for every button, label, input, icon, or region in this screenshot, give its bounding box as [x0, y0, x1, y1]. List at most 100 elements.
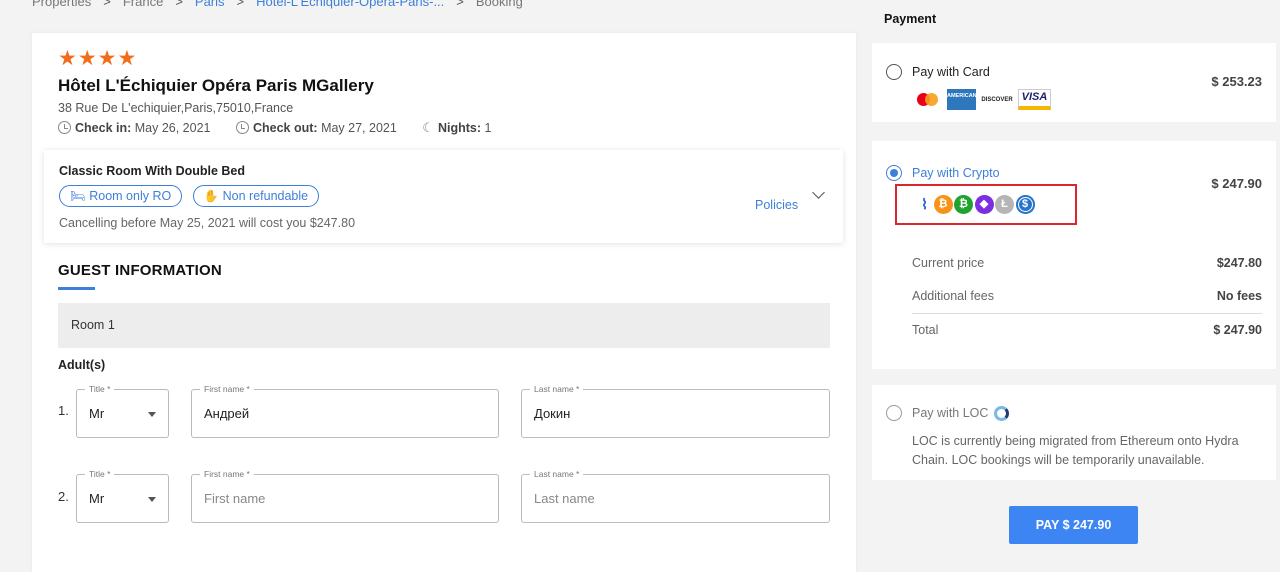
loc-label-text: Pay with LOC [912, 406, 989, 420]
price-row-value: No fees [1216, 289, 1262, 303]
crypto-price: $ 247.90 [1211, 176, 1262, 191]
checkout-info: Check out: May 27, 2021 [235, 121, 397, 135]
first-name-field[interactable]: First name * First name [191, 468, 499, 523]
loc-option-label[interactable]: Pay with LOC [912, 406, 1010, 421]
usdc-icon: $ [1015, 195, 1035, 214]
breadcrumb-item-properties[interactable]: Properties [32, 0, 91, 9]
pay-with-loc-option[interactable]: Pay with LOC LOC is currently being migr… [872, 385, 1276, 480]
discover-icon: DISCOVER [981, 96, 1013, 103]
title-select[interactable]: Title * Mr [76, 383, 169, 438]
card-option-label[interactable]: Pay with Card [912, 65, 990, 79]
loc-radio[interactable] [886, 405, 902, 421]
guest-info-title: GUEST INFORMATION [58, 262, 222, 279]
payment-heading: Payment [884, 12, 937, 26]
room-section-header: Room 1 [58, 303, 830, 348]
checkin-value: May 26, 2021 [134, 121, 211, 135]
pay-with-card-option[interactable]: Pay with Card $ 253.23 AMERICAN EXPRESSD… [872, 43, 1276, 122]
checkin-info: Check in: May 26, 2021 [58, 121, 211, 135]
title-value: Mr [89, 406, 105, 421]
breadcrumb-item-hotel[interactable]: Hotel-L'Echiquier-Opera-Paris-... [256, 0, 444, 9]
room-label: Room 1 [71, 318, 115, 332]
last-name-value: Докин [534, 406, 571, 421]
checkin-label: Check in: [75, 121, 132, 135]
loc-description: LOC is currently being migrated from Eth… [912, 434, 1239, 467]
room-tag-board: 🛏 Room only RO [59, 185, 183, 207]
price-row-label: Current price [912, 256, 985, 270]
additional-fees-row: Additional fees No fees [912, 289, 1262, 303]
field-label: Last name * [530, 383, 584, 395]
clock-icon [58, 121, 71, 134]
nights-value: 1 [484, 121, 492, 135]
card-radio[interactable] [886, 64, 902, 80]
breadcrumb-item-france[interactable]: France [123, 0, 163, 9]
wallet-crypto-icon: ⌇ [921, 196, 928, 212]
field-label: Last name * [530, 468, 584, 480]
guest-row-number: 1. [58, 403, 69, 418]
room-title: Classic Room With Double Bed [59, 164, 246, 178]
policies-link[interactable]: Policies [755, 198, 798, 212]
total-row: Total $ 247.90 [912, 323, 1262, 337]
nights-label: Nights: [437, 121, 482, 135]
breadcrumb-item-booking: Booking [475, 0, 523, 9]
current-price-row: Current price $247.80 [912, 256, 1262, 270]
cancellation-note: Cancelling before May 25, 2021 will cost… [59, 216, 356, 230]
booking-card: ★★★★ Hôtel L'Échiquier Opéra Paris MGall… [32, 33, 856, 572]
hotel-address: 38 Rue De L'echiquier,Paris,75010,France [58, 101, 294, 115]
price-row-value: $ 247.90 [1213, 323, 1262, 337]
guest-row-number: 2. [58, 489, 69, 504]
field-label: Title * [85, 383, 115, 395]
room-tag-refund: ✋ Non refundable [192, 185, 320, 207]
breadcrumb-separator: > [236, 0, 245, 9]
caret-down-icon [148, 412, 156, 417]
room-card: Classic Room With Double Bed 🛏 Room only … [44, 150, 843, 243]
adults-label: Adult(s) [58, 358, 106, 372]
first-name-placeholder: First name [204, 491, 266, 506]
pay-with-crypto-option[interactable]: Pay with Crypto $ 247.90 ⌇ ₿ ₿ ◆ Ł $ Current … [872, 141, 1276, 369]
first-name-value: Андрей [204, 406, 250, 421]
crypto-icons: ⌇ ₿ ₿ ◆ Ł $ [917, 195, 1036, 214]
caret-down-icon [148, 497, 156, 502]
card-price: $ 253.23 [1211, 74, 1262, 89]
price-row-label: Additional fees [912, 289, 995, 303]
breadcrumb-separator: > [456, 0, 464, 9]
hand-money-icon: ✋ [203, 189, 219, 203]
room-tag-label: Non refundable [222, 189, 309, 203]
pay-button[interactable]: PAY $ 247.90 [1009, 506, 1138, 544]
crypto-option-label[interactable]: Pay with Crypto [912, 166, 1000, 180]
breadcrumb: Properties > France > Paris > Hotel-L'Echiquie… [32, 0, 523, 9]
crypto-radio[interactable] [886, 165, 902, 181]
breadcrumb-item-paris[interactable]: Paris [195, 0, 225, 9]
title-value: Mr [89, 491, 105, 506]
bed-icon: 🛏 [70, 189, 86, 203]
mastercard-icon [914, 90, 942, 110]
title-underline [58, 287, 95, 290]
moon-icon: ☾ [422, 120, 434, 135]
last-name-field[interactable]: Last name * Докин [521, 383, 830, 438]
price-divider [912, 313, 1262, 314]
visa-icon: VISA [1018, 89, 1051, 110]
loc-token-icon [994, 406, 1010, 421]
checkout-label: Check out: [252, 121, 318, 135]
price-row-value: $247.80 [1216, 256, 1262, 270]
bitcoin-cash-icon: ₿ [954, 195, 973, 214]
card-logos: AMERICAN EXPRESSDISCOVER VISA [914, 89, 1056, 111]
hotel-star-rating: ★★★★ [58, 47, 138, 70]
amex-icon: AMERICAN EXPRESS [947, 89, 1004, 110]
breadcrumb-separator: > [103, 0, 111, 9]
last-name-field[interactable]: Last name * Last name [521, 468, 830, 523]
field-label: Title * [85, 468, 115, 480]
ethereum-icon: ◆ [974, 195, 994, 214]
breadcrumb-separator: > [175, 0, 183, 9]
room-tag-label: Room only RO [89, 189, 172, 203]
room-tags: 🛏 Room only RO ✋ Non refundable [59, 185, 325, 207]
crypto-icons-highlight: ⌇ ₿ ₿ ◆ Ł $ [895, 184, 1077, 225]
field-label: First name * [200, 468, 254, 480]
bitcoin-icon: ₿ [933, 195, 953, 214]
price-row-label: Total [912, 323, 939, 337]
first-name-field[interactable]: First name * Андрей [191, 383, 499, 438]
title-select[interactable]: Title * Mr [76, 468, 169, 523]
nights-info: ☾ Nights: 1 [422, 120, 491, 136]
clock-icon [235, 121, 249, 134]
hotel-name: Hôtel L'Échiquier Opéra Paris MGallery [58, 76, 374, 95]
chevron-down-icon[interactable] [812, 186, 825, 199]
